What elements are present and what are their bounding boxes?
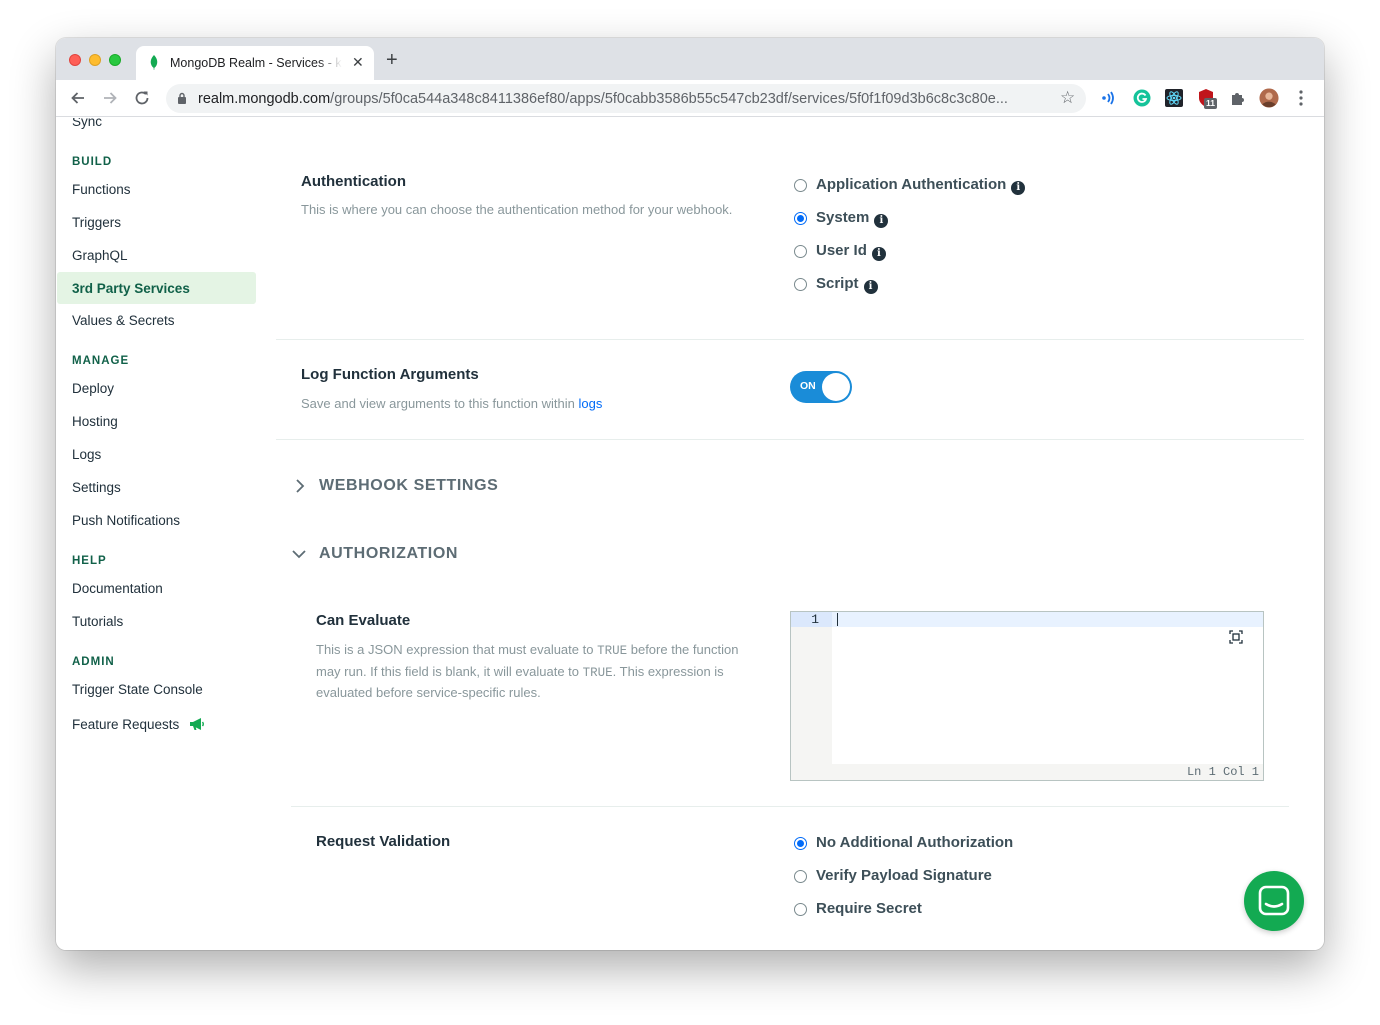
- info-icon[interactable]: i: [871, 247, 886, 261]
- address-bar[interactable]: realm.mongodb.com/groups/5f0ca544a348c84…: [166, 84, 1086, 113]
- validation-option-label: No Additional Authorization: [816, 834, 1014, 851]
- authorization-toggle[interactable]: AUTHORIZATION: [319, 545, 458, 563]
- section-divider: [276, 439, 1304, 440]
- log-args-description: Save and view arguments to this function…: [301, 396, 603, 411]
- can-evaluate-code-editor[interactable]: 1 Ln 1 Col 1: [790, 611, 1264, 781]
- extensions-puzzle-icon[interactable]: [1228, 88, 1248, 108]
- sidebar-heading-build: BUILD: [72, 156, 113, 168]
- back-arrow-icon[interactable]: [68, 88, 88, 108]
- browser-tab[interactable]: MongoDB Realm - Services - k ✕: [136, 46, 374, 80]
- url-host: realm.mongodb.com: [198, 91, 331, 107]
- auth-option-label: User Id i: [816, 242, 886, 261]
- support-chat-button[interactable]: [1244, 871, 1304, 931]
- editor-cursor: [837, 613, 838, 626]
- request-validation-title: Request Validation: [316, 833, 451, 850]
- sidebar-item-tutorials[interactable]: Tutorials: [72, 614, 123, 629]
- grammarly-icon[interactable]: [1132, 88, 1152, 108]
- radio-user-id[interactable]: [794, 245, 807, 258]
- logs-link[interactable]: logs: [579, 396, 603, 411]
- radio-verify-payload-signature[interactable]: [794, 870, 807, 883]
- sidebar-item-graphql[interactable]: GraphQL: [72, 248, 128, 263]
- validation-option-label: Verify Payload Signature: [816, 867, 992, 884]
- sidebar-item-sync[interactable]: Sync: [72, 118, 102, 129]
- radio-require-secret[interactable]: [794, 903, 807, 916]
- sidebar-item-feature-requests[interactable]: Feature Requests: [72, 715, 205, 732]
- ublock-extension-icon[interactable]: 11: [1196, 88, 1217, 109]
- info-icon[interactable]: i: [863, 280, 878, 294]
- toggle-label: ON: [800, 380, 816, 392]
- tab-title: MongoDB Realm - Services - k: [170, 56, 342, 70]
- section-divider: [276, 339, 1304, 340]
- audio-extension-icon[interactable]: [1100, 88, 1120, 108]
- sidebar-item-settings[interactable]: Settings: [72, 480, 121, 495]
- info-icon[interactable]: i: [874, 214, 889, 228]
- sidebar-heading-admin: ADMIN: [72, 656, 115, 668]
- expand-editor-icon[interactable]: [1229, 630, 1243, 644]
- lock-icon: [178, 92, 186, 104]
- extension-badge: 11: [1204, 98, 1217, 109]
- realm-page: Sync BUILD Functions Triggers GraphQL 3r…: [56, 118, 1324, 950]
- section-divider: [291, 806, 1289, 807]
- editor-gutter: [791, 612, 832, 780]
- sidebar-item-trigger-state-console[interactable]: Trigger State Console: [72, 682, 203, 697]
- authentication-title: Authentication: [301, 173, 406, 190]
- react-devtools-icon[interactable]: [1164, 88, 1184, 108]
- authentication-description: This is where you can choose the authent…: [301, 202, 733, 217]
- tab-close-icon[interactable]: ✕: [352, 54, 364, 70]
- sidebar-heading-help: HELP: [72, 555, 107, 567]
- sidebar-item-push-notifications[interactable]: Push Notifications: [72, 513, 180, 528]
- sidebar-item-deploy[interactable]: Deploy: [72, 381, 114, 396]
- sidebar-item-documentation[interactable]: Documentation: [72, 581, 163, 596]
- sidebar-item-3rd-party-services[interactable]: 3rd Party Services: [72, 281, 190, 296]
- radio-script[interactable]: [794, 278, 807, 291]
- main-content: Authentication This is where you can cho…: [276, 118, 1324, 950]
- radio-no-additional-authorization[interactable]: [794, 837, 807, 850]
- maximize-window-button[interactable]: [109, 54, 121, 66]
- can-evaluate-description: This is a JSON expression that must eval…: [316, 642, 739, 700]
- browser-menu-icon[interactable]: [1292, 88, 1310, 108]
- sidebar: Sync BUILD Functions Triggers GraphQL 3r…: [56, 118, 266, 950]
- sidebar-item-logs[interactable]: Logs: [72, 447, 101, 462]
- sidebar-item-values-secrets[interactable]: Values & Secrets: [72, 313, 175, 328]
- browser-window: MongoDB Realm - Services - k ✕ + realm.m…: [56, 38, 1324, 950]
- webhook-settings-toggle[interactable]: WEBHOOK SETTINGS: [319, 477, 498, 495]
- log-args-title: Log Function Arguments: [301, 366, 479, 383]
- forward-arrow-icon[interactable]: [100, 88, 120, 108]
- feature-requests-label: Feature Requests: [72, 717, 180, 732]
- auth-option-label: Application Authentication i: [816, 176, 1026, 195]
- bookmark-star-icon[interactable]: ☆: [1060, 88, 1075, 108]
- editor-cursor-position: Ln 1 Col 1: [1186, 765, 1259, 779]
- url-path: /groups/5f0ca544a348c8411386ef80/apps/5f…: [330, 91, 1008, 107]
- log-args-toggle[interactable]: ON: [790, 371, 852, 403]
- sidebar-item-hosting[interactable]: Hosting: [72, 414, 118, 429]
- auth-option-label: Script i: [816, 275, 878, 294]
- tab-strip: MongoDB Realm - Services - k ✕ +: [56, 38, 1324, 80]
- megaphone-icon: [190, 718, 205, 730]
- new-tab-button[interactable]: +: [386, 50, 398, 70]
- editor-active-line: [791, 612, 1263, 627]
- browser-toolbar: realm.mongodb.com/groups/5f0ca544a348c84…: [56, 80, 1324, 117]
- minimize-window-button[interactable]: [89, 54, 101, 66]
- chevron-down-icon[interactable]: [291, 546, 307, 562]
- mongodb-leaf-icon: [150, 55, 158, 70]
- sidebar-heading-manage: MANAGE: [72, 355, 130, 367]
- auth-option-label: System i: [816, 209, 889, 228]
- chevron-right-icon[interactable]: [292, 478, 308, 494]
- editor-statusbar: Ln 1 Col 1: [831, 764, 1263, 780]
- radio-system[interactable]: [794, 212, 807, 225]
- validation-option-label: Require Secret: [816, 900, 922, 917]
- sidebar-item-triggers[interactable]: Triggers: [72, 215, 121, 230]
- close-window-button[interactable]: [69, 54, 81, 66]
- sidebar-item-functions[interactable]: Functions: [72, 182, 131, 197]
- editor-line-number: 1: [811, 612, 819, 627]
- profile-avatar-icon[interactable]: [1259, 88, 1279, 108]
- can-evaluate-title: Can Evaluate: [316, 612, 411, 629]
- info-icon[interactable]: i: [1011, 181, 1026, 195]
- reload-icon[interactable]: [132, 88, 152, 108]
- radio-application-authentication[interactable]: [794, 179, 807, 192]
- chat-icon: [1258, 885, 1290, 916]
- url-text: realm.mongodb.com/groups/5f0ca544a348c84…: [198, 91, 1008, 107]
- toggle-knob: [822, 373, 850, 401]
